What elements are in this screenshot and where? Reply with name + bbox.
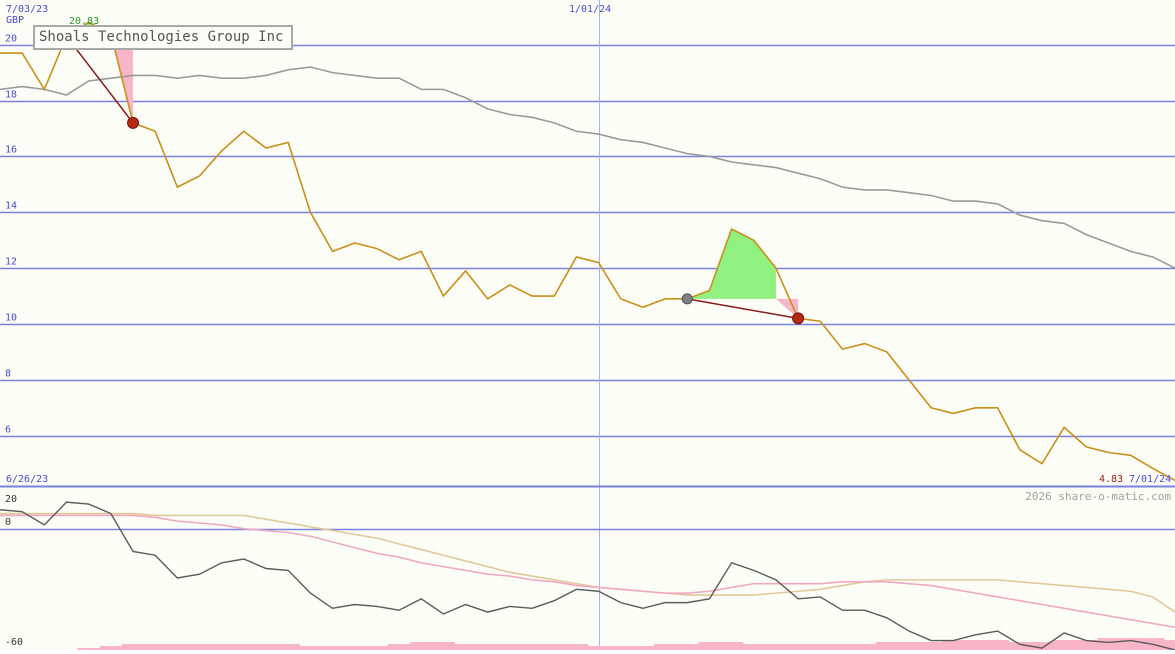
volume-bar	[853, 644, 877, 650]
lower-y-tick-label: 0	[5, 517, 11, 528]
y-tick-label: 20	[5, 34, 17, 45]
volume-bar	[720, 642, 744, 650]
volume-bar	[875, 642, 899, 650]
chart-svg: 6 8 10 12 14 16 18 20 GBP 7/03/23 1/01/24 7/01/…	[0, 0, 1175, 651]
volume-bar	[254, 644, 278, 650]
y-tick-label: 12	[5, 257, 17, 268]
volume-bar	[520, 644, 544, 650]
volume-bar	[432, 642, 455, 650]
volume-bar	[232, 644, 256, 650]
volume-bar	[1097, 638, 1121, 650]
lower-y-tick-label: -60	[5, 637, 23, 648]
volume-bar	[587, 646, 611, 650]
volume-bar	[543, 644, 566, 650]
volume-bar	[831, 644, 855, 650]
y-tick-label: 18	[5, 90, 17, 101]
volume-bar	[321, 646, 345, 650]
y-tick-label: 8	[5, 369, 11, 380]
x-label-mid: 1/01/24	[569, 4, 611, 15]
volume-bar	[676, 644, 699, 650]
volume-bar	[742, 644, 766, 650]
last-price-label: 4.83	[1099, 474, 1123, 485]
volume-bar	[609, 646, 633, 650]
trend-start-marker-2	[681, 293, 693, 305]
volume-bar	[787, 644, 810, 650]
volume-bar	[809, 644, 832, 650]
volume-bar	[277, 644, 300, 650]
volume-bar	[121, 644, 145, 650]
currency-label: GBP	[6, 15, 24, 26]
lower-y-tick-label: 20	[5, 494, 17, 505]
volume-bar	[986, 640, 1010, 650]
volume-bar	[631, 646, 655, 650]
lower-x-label-start: 6/26/23	[6, 474, 48, 485]
volume-bar	[210, 644, 234, 650]
volume-bar	[897, 642, 921, 650]
y-tick-label: 10	[5, 313, 17, 324]
volume-bar	[942, 640, 965, 650]
volume-bar	[476, 644, 500, 650]
y-tick-label: 6	[5, 425, 11, 436]
watermark: 2026 share-o-matic.com	[1025, 490, 1171, 503]
x-label-end: 7/01/24	[1129, 474, 1171, 485]
volume-bar	[144, 644, 167, 650]
chart-title: Shoals Technologies Group Inc	[33, 25, 294, 50]
volume-bar	[410, 642, 433, 650]
volume-bar	[565, 644, 588, 650]
trend-end-marker-2	[792, 312, 805, 325]
volume-bar	[299, 646, 322, 650]
volume-bar	[343, 646, 367, 650]
volume-bar	[764, 644, 788, 650]
chart-root: 6 8 10 12 14 16 18 20 GBP 7/03/23 1/01/24 7/01/…	[0, 0, 1175, 651]
volume-bar	[188, 644, 212, 650]
volume-bar	[365, 646, 389, 650]
volume-bar	[1053, 640, 1076, 650]
volume-bar	[1119, 638, 1143, 650]
y-tick-label: 14	[5, 201, 17, 212]
volume-bar	[498, 644, 522, 650]
x-label-start: 7/03/23	[6, 4, 48, 15]
volume-bar	[454, 644, 478, 650]
volume-bar	[654, 644, 677, 650]
volume-bar	[920, 642, 943, 650]
volume-bar	[166, 644, 189, 650]
volume-bar	[964, 640, 988, 650]
y-tick-label: 16	[5, 145, 17, 156]
trend-end-marker-1	[127, 116, 140, 129]
volume-bar	[698, 642, 722, 650]
volume-bar	[99, 646, 123, 650]
volume-bar	[387, 644, 411, 650]
